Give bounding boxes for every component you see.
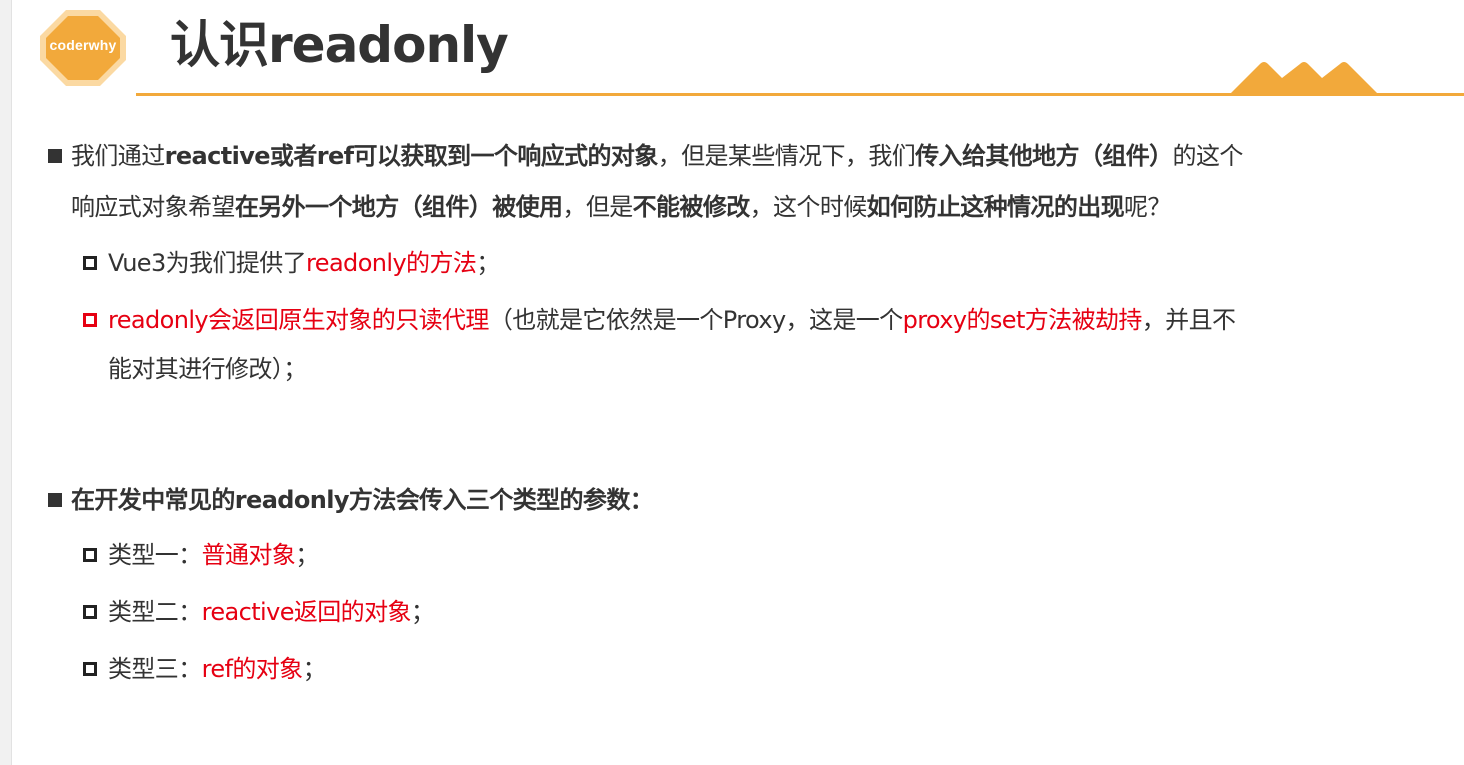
hollow-square-bullet-icon bbox=[83, 256, 97, 270]
coderwhy-logo: coderwhy bbox=[38, 8, 128, 88]
text-segment: 呢？ bbox=[1124, 193, 1171, 221]
item-end: ； bbox=[295, 541, 319, 569]
section1-line1: 我们通过reactive或者ref可以获取到一个响应式的对象，但是某些情况下，我… bbox=[71, 140, 1243, 172]
text-segment: ，并且不 bbox=[1141, 306, 1236, 334]
item-value: 普通对象 bbox=[201, 541, 296, 569]
text-segment: 我们通过 bbox=[71, 142, 165, 170]
item-end: ； bbox=[302, 655, 327, 683]
highlight-segment: readonly的方法 bbox=[306, 249, 477, 277]
section1-sub2-line1: readonly会返回原生对象的只读代理（也就是它依然是一个Proxy，这是一个… bbox=[108, 304, 1236, 336]
section1-sub2-line2: 能对其进行修改）； bbox=[108, 353, 307, 385]
text-segment: Vue3为我们提供了 bbox=[108, 249, 307, 277]
text-segment: ，但是 bbox=[562, 193, 633, 221]
text-segment: （也就是它依然是一个Proxy，这是一个 bbox=[488, 306, 903, 334]
section1-line2: 响应式对象希望在另外一个地方（组件）被使用，但是不能被修改，这个时候如何防止这种… bbox=[71, 191, 1171, 223]
text-segment: 能对其进行修改）； bbox=[108, 355, 307, 383]
section2-heading: 在开发中常见的readonly方法会传入三个类型的参数： bbox=[71, 484, 654, 516]
item-end: ； bbox=[410, 598, 435, 626]
hollow-square-bullet-red-icon bbox=[83, 313, 97, 327]
item-label: 类型二： bbox=[108, 598, 202, 626]
list-item: 类型二：reactive返回的对象； bbox=[108, 596, 435, 628]
logo-text: coderwhy bbox=[49, 37, 117, 53]
hollow-square-bullet-icon bbox=[83, 662, 97, 676]
left-edge bbox=[0, 0, 12, 765]
item-value: reactive返回的对象 bbox=[201, 598, 412, 626]
item-value: ref的对象 bbox=[201, 655, 304, 683]
section1-sub1: Vue3为我们提供了readonly的方法； bbox=[108, 247, 500, 279]
hollow-square-bullet-icon bbox=[83, 548, 97, 562]
list-item: 类型一：普通对象； bbox=[108, 539, 319, 571]
text-segment: ，这个时候 bbox=[749, 193, 868, 221]
bold-segment: 传入给其他地方（组件） bbox=[915, 142, 1173, 170]
list-item: 类型三：ref的对象； bbox=[108, 653, 327, 685]
text-segment: ； bbox=[476, 249, 500, 277]
bold-segment: 如何防止这种情况的出现 bbox=[866, 193, 1125, 221]
hollow-square-bullet-icon bbox=[83, 605, 97, 619]
bold-segment: 不能被修改 bbox=[632, 193, 751, 221]
text-segment: 响应式对象希望 bbox=[71, 193, 235, 221]
text-segment: 的这个 bbox=[1172, 142, 1244, 170]
title-divider bbox=[136, 93, 1464, 96]
text-segment: ，但是某些情况下，我们 bbox=[657, 142, 916, 170]
square-bullet-icon bbox=[48, 149, 62, 163]
slide-title: 认识readonly bbox=[170, 16, 509, 74]
highlight-segment: readonly会返回原生对象的只读代理 bbox=[108, 306, 489, 334]
item-label: 类型一： bbox=[108, 541, 202, 569]
square-bullet-icon bbox=[48, 493, 62, 507]
mountains-decoration-icon bbox=[1230, 62, 1378, 94]
item-label: 类型三： bbox=[108, 655, 202, 683]
bold-segment: reactive或者ref可以获取到一个响应式的对象 bbox=[164, 142, 659, 170]
bold-segment: 在另外一个地方（组件）被使用 bbox=[234, 193, 563, 221]
highlight-segment: proxy的set方法被劫持 bbox=[902, 306, 1143, 334]
bold-segment: 在开发中常见的readonly方法会传入三个类型的参数： bbox=[71, 486, 654, 514]
